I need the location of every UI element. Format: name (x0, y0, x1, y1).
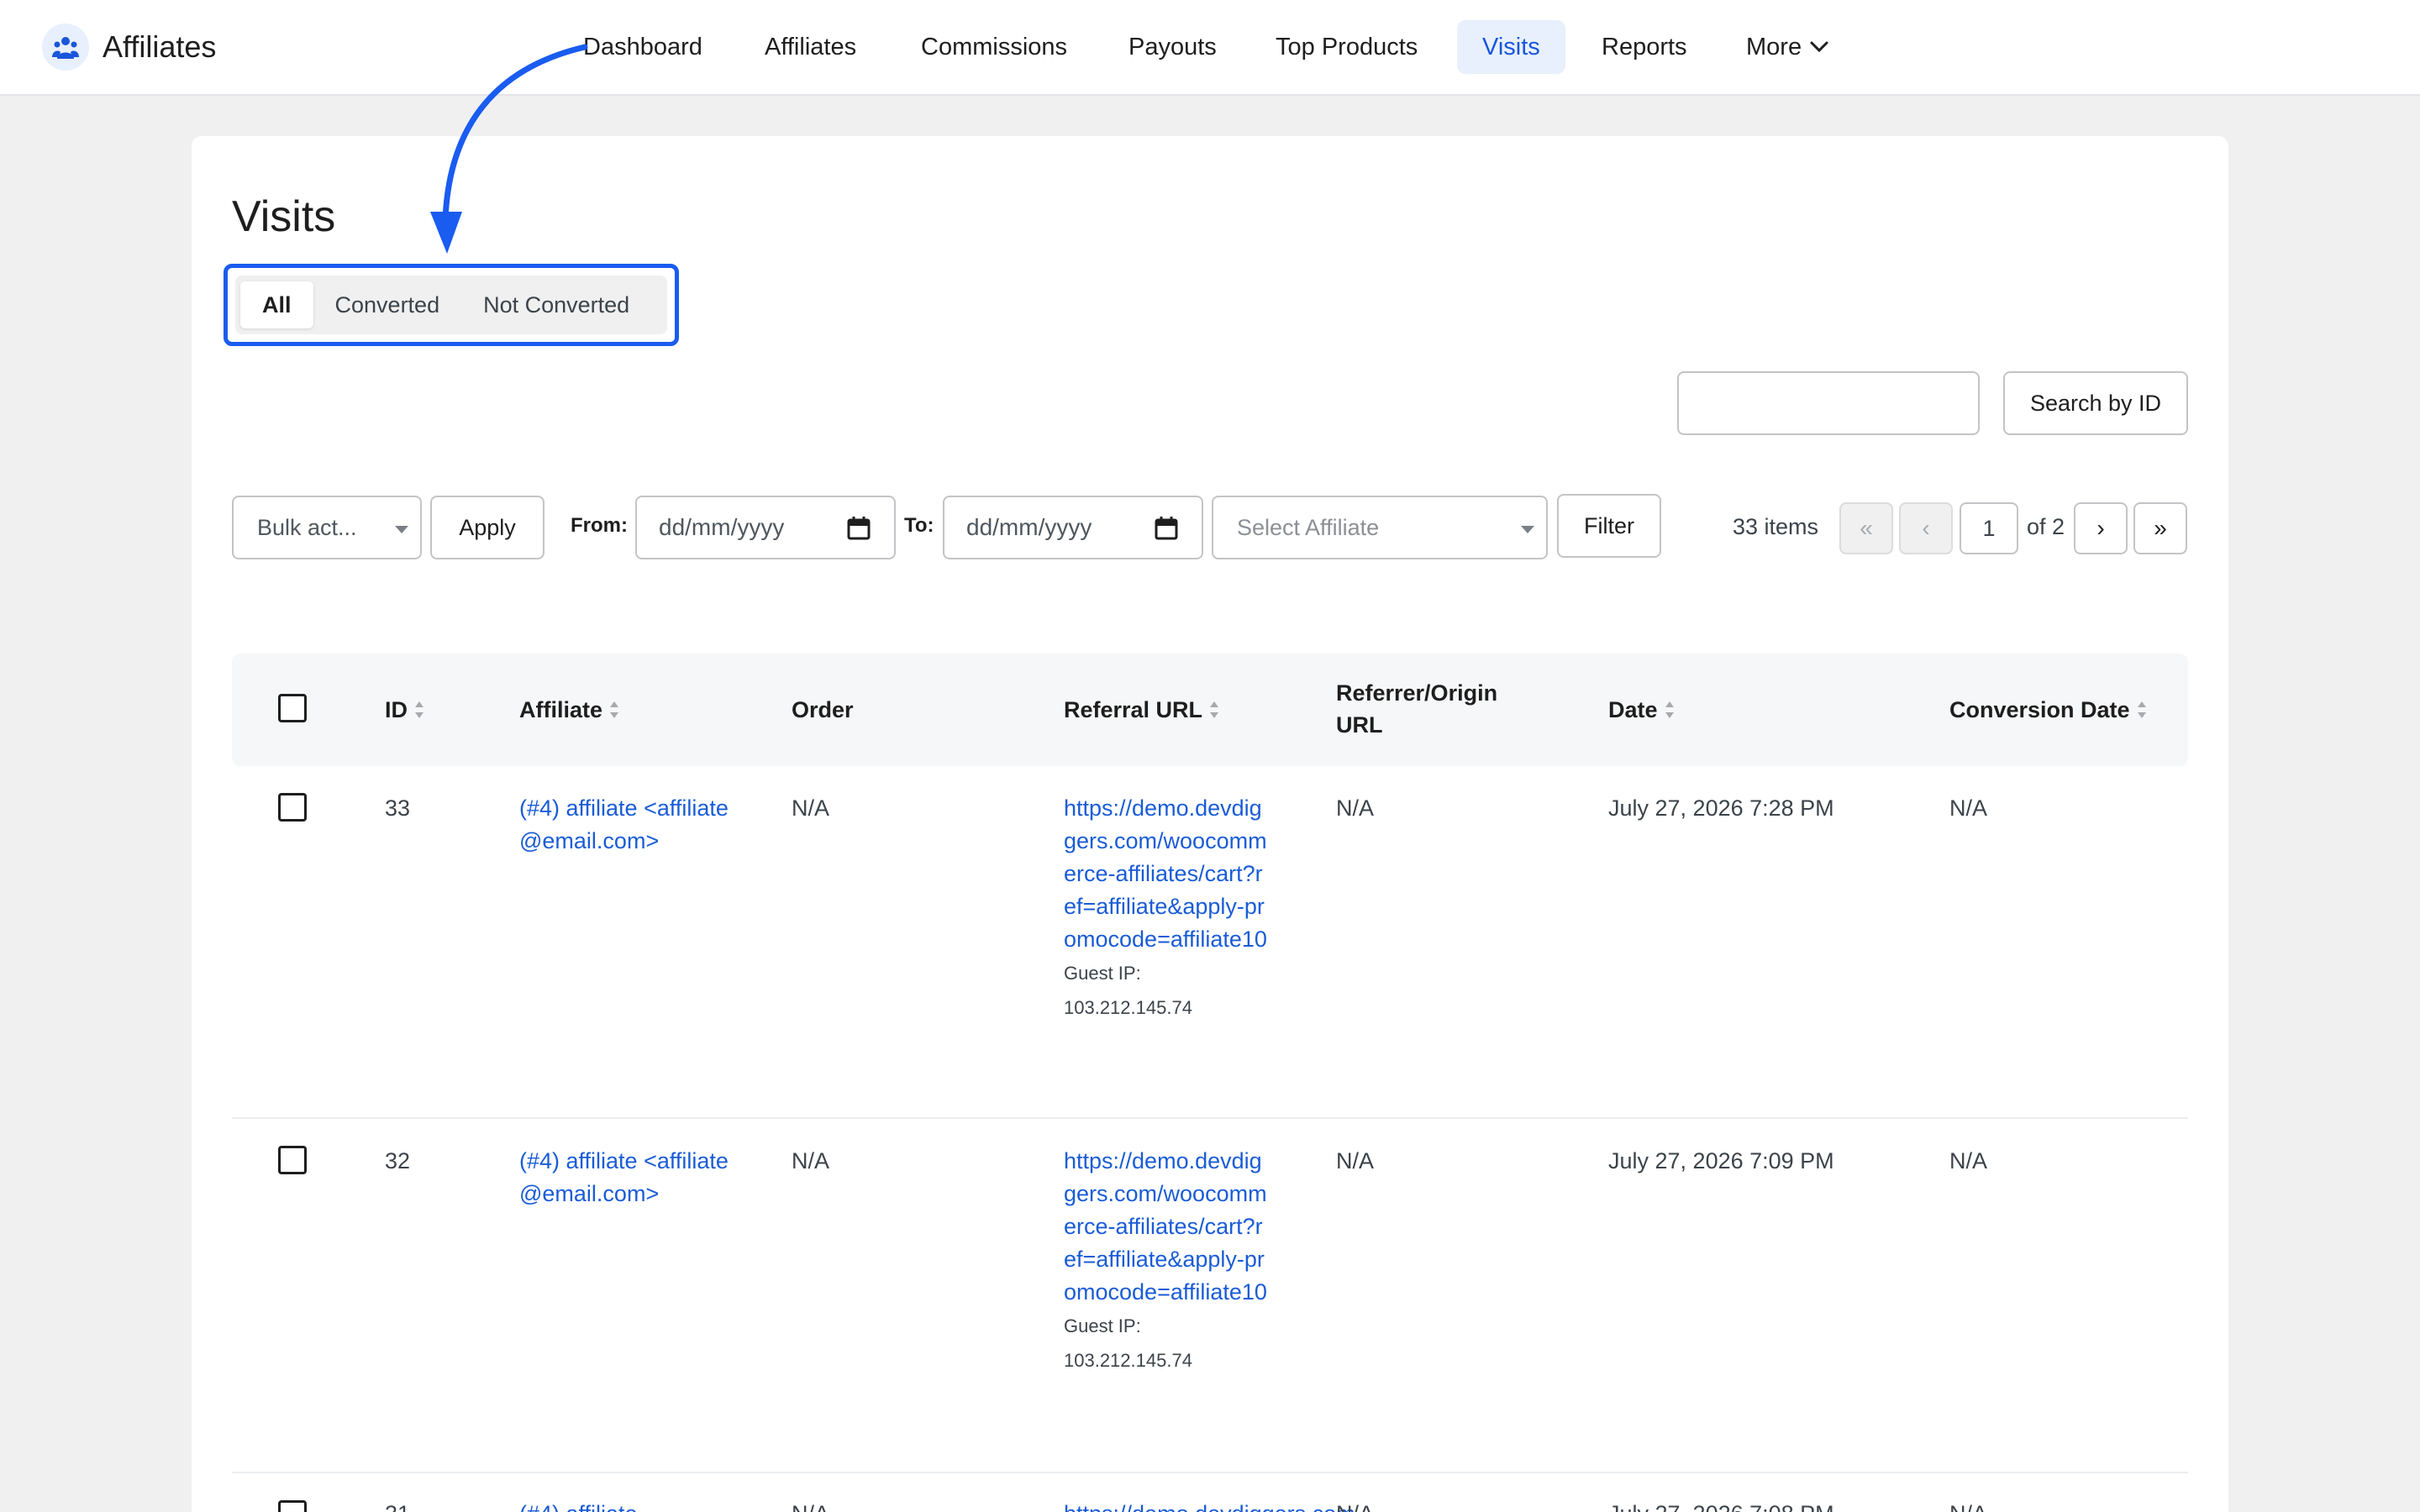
from-label: From: (571, 514, 628, 537)
total-pages: of 2 (2027, 514, 2065, 539)
row-referral-cell: https://demo.devdiggers.com/woocommerce-… (1064, 792, 1274, 1025)
to-date-placeholder: dd/mm/yyyy (966, 514, 1092, 540)
row-date: July 27, 2026 7:08 PM (1608, 1498, 1834, 1512)
filter-button[interactable]: Filter (1557, 494, 1661, 558)
row-conversion-date: N/A (1949, 1148, 1988, 1173)
prev-page-button[interactable]: ‹ (1899, 502, 1953, 554)
nav-affiliates[interactable]: Affiliates (739, 20, 881, 74)
sort-icon (2137, 700, 2147, 720)
visit-status-tabs: All Converted Not Converted (235, 276, 667, 334)
brand[interactable]: Affiliates (42, 22, 216, 72)
row-affiliate-link[interactable]: (#4) affiliate <affiliate@email.com> (519, 1145, 729, 1210)
nav-payouts[interactable]: Payouts (1103, 20, 1242, 74)
column-referral-url-label: Referral URL (1064, 697, 1203, 722)
bulk-actions-value: Bulk act... (257, 514, 357, 540)
row-conversion-date: N/A (1949, 1498, 1987, 1512)
nav-reports[interactable]: Reports (1576, 20, 1712, 74)
row-date: July 27, 2026 7:09 PM (1608, 1148, 1834, 1173)
sort-icon (1665, 700, 1675, 720)
column-referrer-origin-url: Referrer/Origin URL (1336, 677, 1497, 741)
column-id-label: ID (385, 697, 408, 722)
row-checkbox[interactable] (278, 793, 307, 822)
select-all-checkbox[interactable] (278, 694, 307, 722)
brand-name: Affiliates (103, 29, 217, 64)
current-page-input[interactable] (1960, 502, 2018, 554)
nav-more-label: More (1746, 33, 1802, 60)
sort-icon (1209, 700, 1219, 720)
to-date-input[interactable]: dd/mm/yyyy (943, 496, 1203, 559)
row-date: July 27, 2026 7:28 PM (1608, 795, 1834, 821)
row-guest-ip: 103.212.145.74 (1064, 997, 1192, 1018)
row-guest-ip-label: Guest IP: (1064, 963, 1141, 984)
column-referrer-label-line1: Referrer/Origin (1336, 680, 1498, 706)
row-order: N/A (792, 1498, 829, 1512)
bulk-actions-select[interactable]: Bulk act... (232, 496, 422, 559)
first-page-button[interactable]: « (1839, 502, 1893, 554)
row-affiliate-link[interactable]: (#4) affiliate <affiliate@email.com> (519, 792, 729, 858)
row-order: N/A (792, 1148, 830, 1173)
row-id: 33 (385, 795, 411, 821)
select-affiliate-dropdown[interactable]: Select Affiliate (1212, 496, 1548, 559)
tab-all[interactable]: All (240, 281, 313, 328)
column-referral-url[interactable]: Referral URL (1064, 694, 1219, 726)
row-id: 32 (385, 1148, 411, 1173)
page-title: Visits (232, 192, 336, 241)
nav-more[interactable]: More (1721, 20, 1854, 74)
sort-icon (414, 700, 424, 720)
column-referrer-label-line2: URL (1336, 712, 1383, 738)
column-date[interactable]: Date (1608, 694, 1675, 726)
column-order-label: Order (792, 697, 854, 722)
row-divider (232, 1472, 2188, 1473)
row-id: 31 (385, 1498, 410, 1512)
from-date-input[interactable]: dd/mm/yyyy (635, 496, 896, 559)
caret-down-icon (395, 526, 408, 533)
row-guest-ip-label: Guest IP: (1064, 1315, 1141, 1336)
row-order: N/A (792, 795, 830, 821)
row-referral-url-link[interactable]: https://demo.devdiggers.com/woocommerce-… (1064, 1145, 1274, 1309)
row-divider (232, 1117, 2188, 1119)
column-affiliate-label: Affiliate (519, 697, 603, 722)
column-order: Order (792, 694, 854, 726)
search-by-id-button[interactable]: Search by ID (2003, 371, 2188, 435)
chevron-down-icon (1810, 41, 1828, 53)
to-label: To: (904, 514, 934, 537)
tab-not-converted[interactable]: Not Converted (461, 281, 651, 328)
row-referral-cell: https://demo.devdiggers.com/woocommerce-… (1064, 1145, 1274, 1378)
sort-icon (609, 700, 619, 720)
calendar-icon[interactable] (1155, 516, 1178, 547)
select-affiliate-placeholder: Select Affiliate (1237, 514, 1380, 540)
row-referrer: N/A (1336, 795, 1375, 821)
column-conversion-date-label: Conversion Date (1949, 697, 2130, 722)
search-id-input[interactable] (1677, 371, 1980, 435)
top-navigation-bar: Affiliates Dashboard Affiliates Commissi… (0, 0, 2420, 96)
items-count: 33 items (1733, 514, 1819, 539)
nav-commissions[interactable]: Commissions (896, 20, 1092, 74)
column-date-label: Date (1608, 697, 1658, 722)
row-referral-url-link[interactable]: https://demo.devdiggers.com/woocommerce-… (1064, 792, 1274, 956)
column-id[interactable]: ID (385, 694, 424, 726)
last-page-button[interactable]: » (2133, 502, 2187, 554)
annotation-arrow-icon (430, 44, 588, 254)
next-page-button[interactable]: › (2074, 502, 2128, 554)
affiliates-logo-icon (42, 24, 89, 71)
column-conversion-date[interactable]: Conversion Date (1949, 694, 2147, 726)
column-affiliate[interactable]: Affiliate (519, 694, 619, 726)
caret-down-icon (1521, 526, 1534, 533)
nav-visits[interactable]: Visits (1457, 20, 1565, 74)
row-conversion-date: N/A (1949, 795, 1988, 821)
row-affiliate-link[interactable]: (#4) affiliate (519, 1498, 638, 1512)
apply-button[interactable]: Apply (430, 496, 544, 559)
nav-top-products[interactable]: Top Products (1250, 20, 1443, 74)
row-checkbox[interactable] (278, 1500, 307, 1512)
from-date-placeholder: dd/mm/yyyy (659, 514, 785, 540)
row-guest-ip: 103.212.145.74 (1064, 1350, 1192, 1371)
calendar-icon[interactable] (847, 516, 871, 547)
row-checkbox[interactable] (278, 1146, 307, 1174)
row-referrer: N/A (1336, 1148, 1375, 1173)
tab-converted[interactable]: Converted (313, 281, 462, 328)
row-referrer: N/A (1336, 1498, 1374, 1512)
row-referral-url-link[interactable]: https://demo.devdiggers.com (1064, 1498, 1355, 1512)
